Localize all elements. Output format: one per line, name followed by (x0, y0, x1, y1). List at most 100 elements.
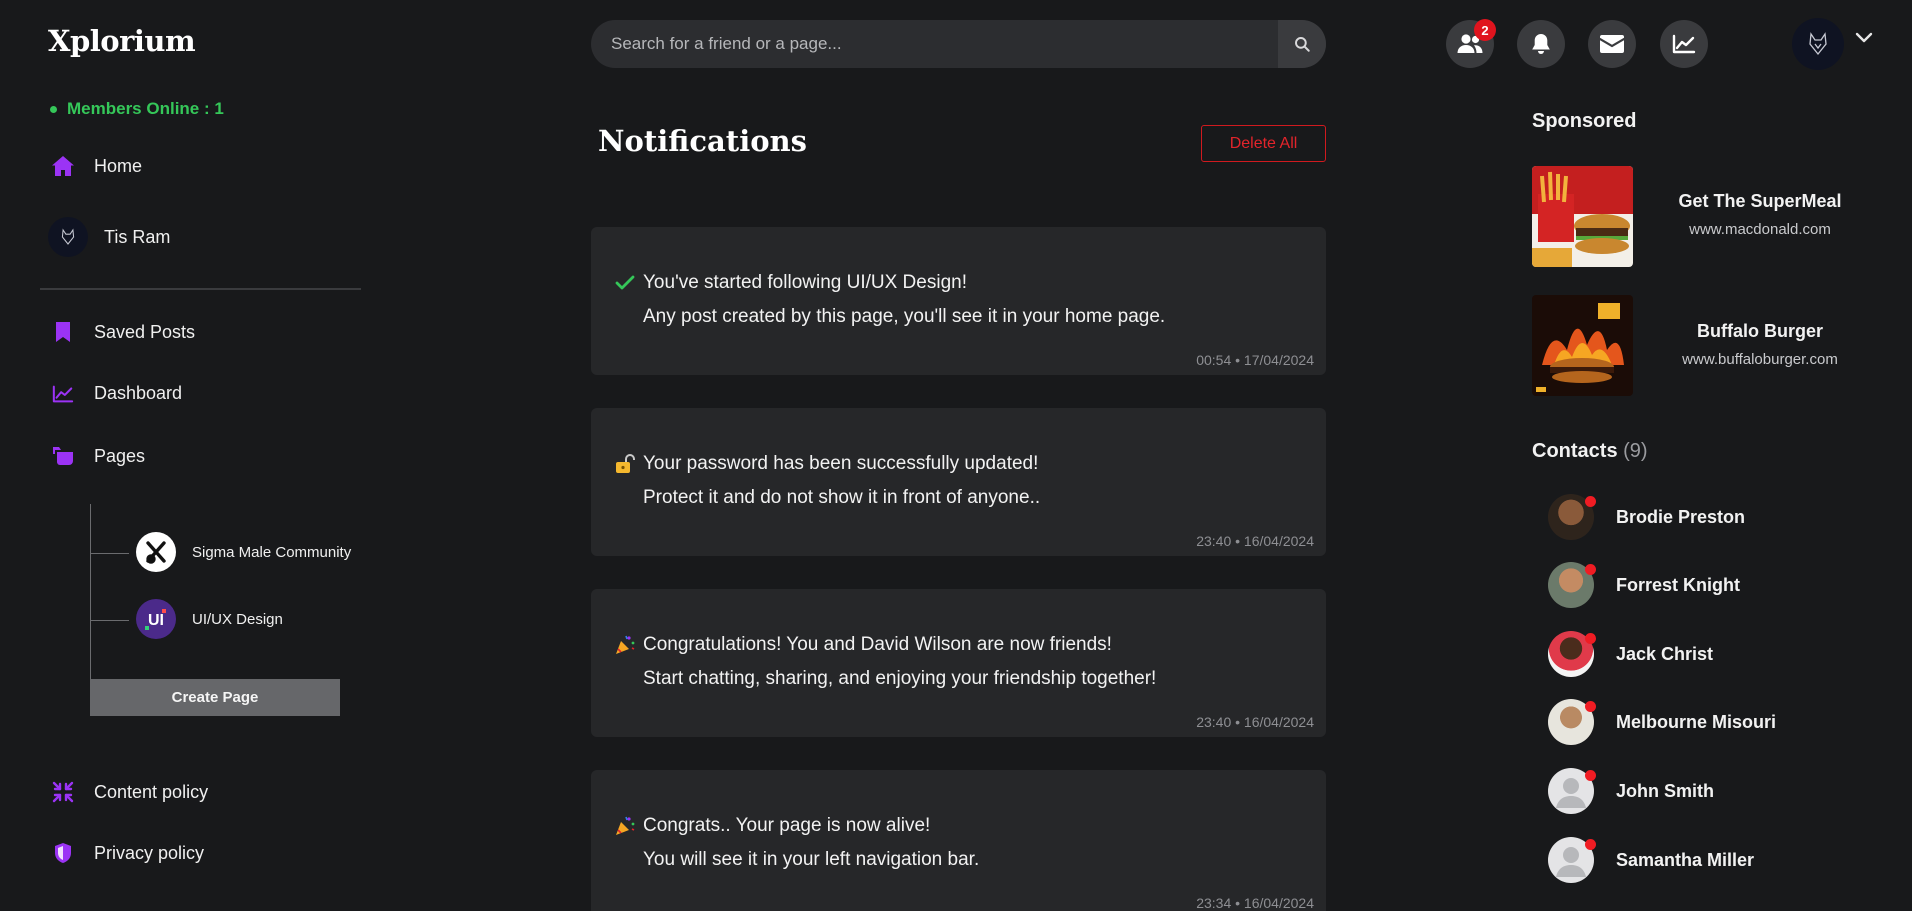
notification-card[interactable]: Congratulations! You and David Wilson ar… (591, 589, 1326, 737)
contact-avatar (1548, 631, 1596, 677)
notification-card[interactable]: You've started following UI/UX Design! A… (591, 227, 1326, 375)
line-chart-icon (48, 384, 78, 404)
party-popper-icon (613, 814, 637, 838)
contact-item[interactable]: Brodie Preston (1548, 494, 1745, 540)
notification-badge: 2 (1474, 19, 1496, 41)
sidebar-item-profile[interactable]: Tis Ram (48, 217, 170, 257)
sidebar-item-label: Saved Posts (94, 321, 196, 342)
page-item-sigma-male-community[interactable]: Sigma Male Community (136, 532, 351, 572)
contact-name: Jack Christ (1616, 643, 1714, 664)
page-avatar: UI (136, 599, 176, 639)
app-logo[interactable]: Xplorium (48, 24, 196, 58)
contact-avatar (1548, 562, 1596, 608)
notification-title: Congrats.. Your page is now alive! (643, 815, 931, 836)
wolf-icon (1809, 32, 1827, 56)
notification-card[interactable]: Congrats.. Your page is now alive! You w… (591, 770, 1326, 911)
line-chart-icon (1672, 34, 1696, 54)
members-online-indicator: Members Online : 1 (50, 99, 224, 119)
sidebar-item-label: Home (94, 155, 143, 176)
shield-icon (48, 842, 78, 864)
notification-title: Congratulations! You and David Wilson ar… (643, 634, 1112, 655)
checkmark-icon (613, 271, 637, 295)
page-title: Notifications (598, 124, 807, 158)
search-input[interactable] (591, 20, 1278, 68)
pages-icon (48, 445, 78, 467)
notification-card[interactable]: Your password has been successfully upda… (591, 408, 1326, 556)
notification-timestamp: 23:34 • 16/04/2024 (1196, 895, 1314, 911)
ad-image-supermeal[interactable] (1532, 166, 1633, 267)
delete-all-button[interactable]: Delete All (1201, 125, 1326, 162)
contact-item[interactable]: Melbourne Misouri (1548, 699, 1776, 745)
contact-avatar (1548, 699, 1596, 745)
search-bar (591, 20, 1326, 68)
chevron-down-icon[interactable] (1855, 32, 1873, 44)
status-dot (1585, 839, 1596, 850)
search-button[interactable] (1278, 20, 1326, 68)
status-dot (1585, 701, 1596, 712)
notifications-button[interactable] (1517, 20, 1565, 68)
contact-name: John Smith (1616, 780, 1714, 801)
user-avatar (48, 217, 88, 257)
notification-message: Start chatting, sharing, and enjoying yo… (643, 668, 1157, 689)
friend-requests-button[interactable]: 2 (1446, 19, 1496, 68)
page-name: UI/UX Design (192, 610, 283, 628)
contact-name: Melbourne Misouri (1616, 711, 1777, 732)
notification-title: Your password has been successfully upda… (643, 453, 1039, 474)
notification-title: You've started following UI/UX Design! (643, 272, 967, 293)
bookmark-icon (48, 321, 78, 343)
contact-item[interactable]: Samantha Miller (1548, 837, 1754, 883)
page-item-ui-ux-design[interactable]: UI UI/UX Design (136, 599, 283, 639)
sidebar-item-content-policy[interactable]: Content policy (48, 780, 208, 804)
sidebar-item-label: Pages (94, 445, 146, 466)
contact-item[interactable]: Jack Christ (1548, 631, 1713, 677)
sidebar-item-label: Content policy (94, 781, 209, 802)
sponsored-heading: Sponsored (1532, 110, 1637, 132)
page-name: Sigma Male Community (192, 543, 352, 561)
contact-item[interactable]: Forrest Knight (1548, 562, 1740, 608)
app-root: Xplorium 2 Members Online : 1 Home T (0, 0, 1912, 911)
contact-avatar (1548, 494, 1596, 540)
notification-timestamp: 23:40 • 16/04/2024 (1196, 533, 1314, 549)
home-icon (48, 155, 78, 177)
contact-avatar (1548, 837, 1596, 883)
ad-title[interactable]: Get The SuperMeal (1650, 191, 1870, 212)
ad-url[interactable]: www.buffaloburger.com (1650, 351, 1870, 368)
bell-icon (1532, 34, 1550, 54)
search-icon (1295, 37, 1310, 52)
sidebar-item-saved-posts[interactable]: Saved Posts (48, 321, 195, 343)
pages-tree-branch (91, 620, 129, 621)
svg-text:UI: UI (148, 612, 164, 629)
envelope-icon (1600, 35, 1624, 53)
ad-image-buffalo-burger[interactable] (1532, 295, 1633, 396)
party-popper-icon (613, 633, 637, 657)
contacts-heading: Contacts (9) (1532, 440, 1648, 463)
sidebar-item-pages[interactable]: Pages (48, 445, 145, 467)
sidebar-item-label: Privacy policy (94, 842, 205, 863)
user-name: Tis Ram (104, 226, 171, 247)
sidebar-item-dashboard[interactable]: Dashboard (48, 383, 182, 404)
sidebar-item-privacy-policy[interactable]: Privacy policy (48, 842, 204, 864)
sidebar-item-home[interactable]: Home (48, 155, 142, 177)
sidebar-item-label: Dashboard (94, 383, 183, 403)
notification-message: Any post created by this page, you'll se… (643, 306, 1166, 327)
contact-name: Samantha Miller (1616, 849, 1755, 870)
lock-icon (613, 452, 637, 476)
ad-title[interactable]: Buffalo Burger (1650, 321, 1870, 342)
members-online-label: Members Online : 1 (67, 99, 224, 118)
dashboard-shortcut-button[interactable] (1660, 20, 1708, 68)
ad-url[interactable]: www.macdonald.com (1650, 221, 1870, 238)
messages-button[interactable] (1588, 20, 1636, 68)
contacts-title: Contacts (1532, 440, 1618, 462)
page-avatar (136, 532, 176, 572)
online-dot (50, 105, 57, 113)
create-page-button[interactable]: Create Page (90, 679, 340, 716)
contact-name: Brodie Preston (1616, 506, 1746, 527)
status-dot (1585, 564, 1596, 575)
sidebar-divider (40, 288, 361, 290)
contact-avatar (1548, 768, 1596, 814)
status-dot (1585, 770, 1596, 781)
contact-item[interactable]: John Smith (1548, 768, 1714, 814)
compress-arrows-icon (48, 780, 78, 804)
notification-timestamp: 23:40 • 16/04/2024 (1196, 714, 1314, 730)
profile-avatar-button[interactable] (1792, 18, 1844, 70)
